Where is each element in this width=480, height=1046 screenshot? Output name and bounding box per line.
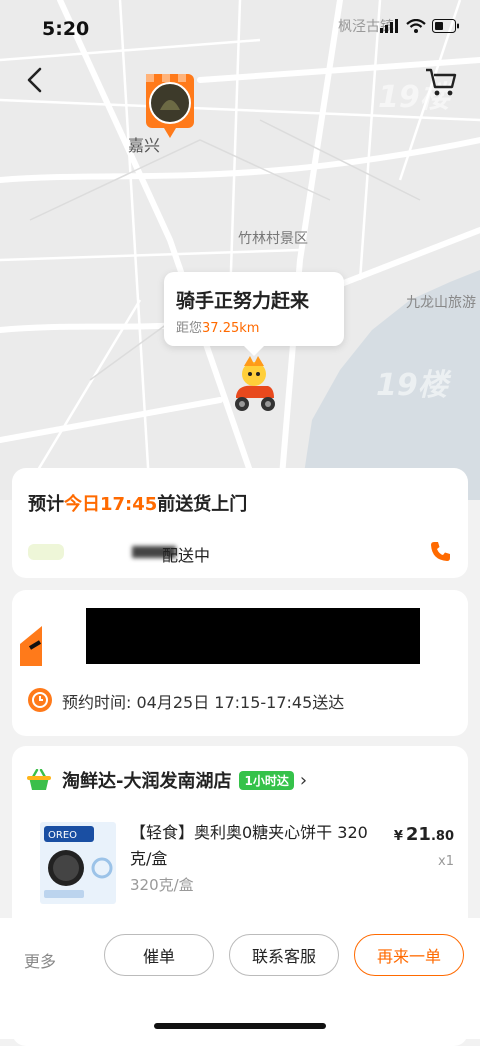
rider-status-title: 骑手正努力赶来 [176, 290, 310, 312]
product-image[interactable]: OREO [30, 820, 126, 906]
chevron-right-icon: › [299, 769, 308, 791]
wifi-icon [406, 19, 426, 33]
eta-time: 今日17:45 [64, 494, 158, 515]
contact-service-button[interactable]: 联系客服 [229, 934, 339, 976]
shopping-cart-icon[interactable] [424, 66, 458, 98]
redacted-rider-avatar [28, 544, 64, 560]
eta-text: 预计今日17:45前送货上门 [28, 490, 247, 516]
map-label-jiulong: 九龙山旅游 [406, 295, 476, 311]
phone-icon[interactable] [428, 540, 452, 564]
one-hour-badge: 1小时达 [239, 770, 294, 790]
distance-value: 37.25km [202, 321, 260, 336]
back-arrow-icon[interactable] [22, 66, 50, 94]
eta-suffix: 前送货上门 [157, 494, 248, 515]
delivery-map[interactable]: 19楼 19楼 5:20 枫泾古镇 嘉兴 竹林村景区 九龙山旅游 骑手正努力赶来… [0, 0, 480, 500]
currency-symbol: ¥ [393, 829, 403, 844]
delivery-status-text: 配送中 [162, 546, 211, 565]
battery-icon [432, 19, 459, 33]
delivery-status-card: 预计今日17:45前送货上门 配送中 [12, 468, 468, 578]
price-decimal: .80 [430, 829, 454, 844]
home-indicator[interactable] [154, 1023, 326, 1029]
status-bar: 5:20 枫泾古镇 [0, 0, 480, 60]
shopping-basket-icon [27, 769, 51, 790]
clock-icon [28, 688, 52, 712]
store-header[interactable]: 淘鲜达-大润发南湖店 1小时达 › [26, 766, 307, 794]
redacted-address [86, 608, 420, 664]
status-icons [380, 19, 460, 33]
urge-order-button[interactable]: 催单 [104, 934, 214, 976]
store-name: 淘鲜达-大润发南湖店 [62, 771, 232, 792]
rider-distance: 距您37.25km [176, 317, 259, 336]
product-price: ¥21.80 [394, 824, 454, 845]
redacted-address-icon [20, 626, 42, 666]
product-title[interactable]: 【轻食】奥利奥0糖夹心饼干 320克/盒 [130, 820, 370, 872]
rider-status-bubble: 骑手正努力赶来 距您37.25km [164, 272, 344, 356]
more-button[interactable]: 更多 [24, 948, 56, 972]
scheduled-time: 预约时间: 04月25日 17:15-17:45送达 [62, 693, 345, 712]
map-watermark: 19楼 [376, 368, 448, 403]
status-time: 5:20 [42, 18, 90, 40]
price-integer: 21 [405, 824, 431, 845]
map-label-jiaxing: 嘉兴 [128, 136, 161, 155]
map-label-zhulin: 竹林村景区 [238, 231, 308, 247]
reorder-button[interactable]: 再来一单 [354, 934, 464, 976]
signal-icon [380, 19, 398, 33]
rider-scooter-icon [235, 356, 275, 411]
distance-prefix: 距您 [176, 321, 203, 336]
schedule-card: 预约时间: 04月25日 17:15-17:45送达 [12, 590, 468, 736]
product-quantity: x1 [438, 854, 454, 869]
svg-text:OREO: OREO [48, 830, 77, 841]
bottom-action-bar: 更多 催单 联系客服 再来一单 [0, 918, 480, 1039]
product-spec: 320克/盒 [130, 876, 194, 894]
rider-row: 配送中 [28, 538, 452, 566]
eta-prefix: 预计 [28, 494, 64, 515]
